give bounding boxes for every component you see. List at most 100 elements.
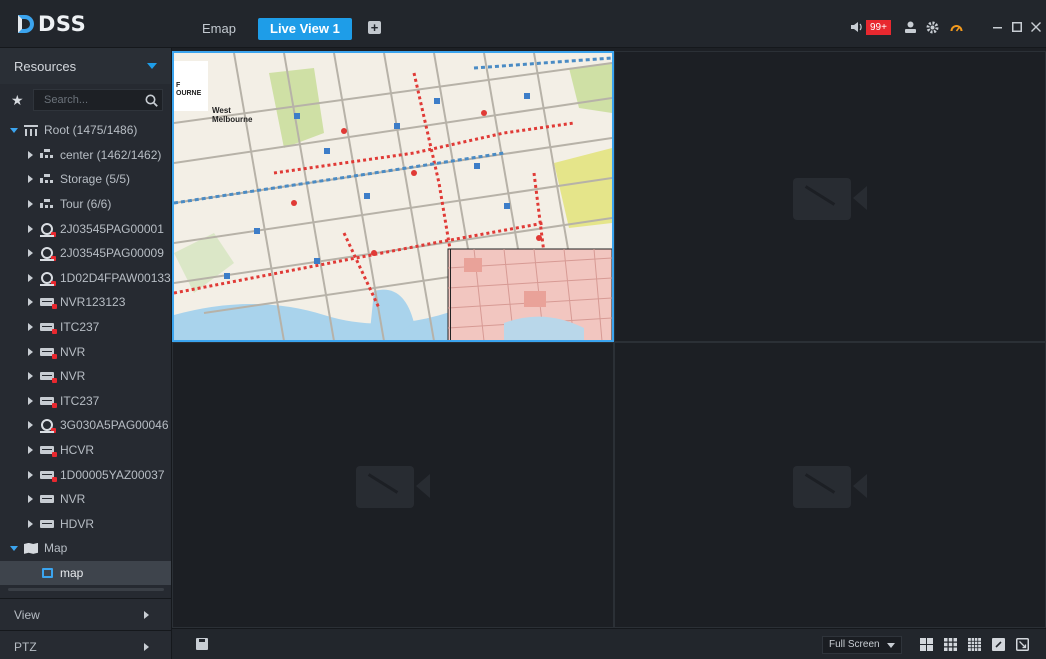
tree-node-label: center (1462/1462) — [60, 147, 162, 162]
resources-header[interactable]: Resources — [0, 48, 171, 84]
collapse-arrow-icon[interactable] — [27, 298, 33, 307]
tree-node-device[interactable]: HCVR — [0, 438, 171, 463]
fullscreen-select[interactable]: Full Screen — [822, 636, 902, 654]
layout-4x4-icon[interactable] — [968, 638, 981, 651]
nvr-alarm-icon — [38, 395, 57, 408]
tree-node-device[interactable]: NVR — [0, 364, 171, 389]
video-pane-3[interactable] — [172, 342, 614, 628]
tree-node-map[interactable]: Map — [0, 536, 171, 561]
map-icon — [22, 542, 40, 554]
tree-node-label: Root (1475/1486) — [44, 123, 138, 138]
map-area-label: West — [212, 106, 231, 115]
tab-emap[interactable]: Emap — [190, 18, 248, 40]
tree-node-device[interactable]: 3G030A5PAG00046 — [0, 413, 171, 438]
tree-node-device[interactable]: HDVR — [0, 512, 171, 537]
tree-node-label: NVR123123 — [60, 295, 126, 310]
collapse-arrow-icon[interactable] — [27, 372, 33, 381]
search-icon[interactable] — [145, 94, 158, 107]
view-section[interactable]: View — [0, 598, 171, 630]
add-tab-icon[interactable]: + — [368, 21, 381, 34]
map-edge-label: F — [176, 82, 181, 89]
resources-label: Resources — [14, 58, 77, 74]
custom-layout-icon[interactable] — [992, 638, 1005, 651]
no-video-camera-icon — [793, 174, 867, 220]
bottom-toolbar: Full Screen — [172, 628, 1046, 659]
favorites-star-icon[interactable]: ★ — [11, 92, 33, 109]
layout-2x2-icon[interactable] — [920, 638, 933, 651]
collapse-arrow-icon[interactable] — [27, 249, 33, 258]
tree-node-device[interactable]: ITC237 — [0, 315, 171, 340]
expand-arrow-icon[interactable] — [10, 545, 18, 551]
nvr-icon — [38, 493, 56, 505]
network-icon — [38, 149, 56, 161]
svg-text:Melbourne: Melbourne — [212, 115, 253, 124]
fullscreen-select-label: Full Screen — [829, 639, 880, 650]
collapse-arrow-icon[interactable] — [27, 200, 33, 209]
collapse-arrow-icon[interactable] — [27, 495, 33, 504]
tree-node-label: ITC237 — [60, 393, 100, 408]
network-icon — [38, 173, 56, 185]
settings-gear-icon[interactable] — [926, 17, 939, 37]
tree-node-label: NVR — [60, 344, 86, 359]
collapse-arrow-icon[interactable] — [27, 470, 33, 479]
minimize-icon[interactable] — [993, 17, 1003, 37]
tree-node-device[interactable]: NVR123123 — [0, 290, 171, 315]
collapse-arrow-icon[interactable] — [27, 224, 33, 233]
collapse-arrow-icon[interactable] — [27, 396, 33, 405]
collapse-arrow-icon[interactable] — [27, 421, 33, 430]
fullscreen-icon[interactable] — [1016, 638, 1029, 651]
tree-node-device[interactable]: ITC237 — [0, 389, 171, 414]
search-box — [33, 89, 163, 111]
camera-device-icon — [38, 222, 56, 237]
nvr-alarm-icon — [38, 469, 57, 482]
tree-node-label: 1D00005YAZ00037 — [60, 467, 165, 482]
tree-node-device[interactable]: 2J03545PAG00001 — [0, 216, 171, 241]
resource-sidebar: Resources ★ Root (1475/1486) center (146… — [0, 48, 172, 659]
nvr-alarm-icon — [38, 296, 57, 310]
user-icon[interactable] — [904, 17, 917, 37]
expand-arrow-icon[interactable] — [10, 127, 18, 133]
tree-node-device[interactable]: NVR — [0, 487, 171, 512]
tree-node-tour[interactable]: Tour (6/6) — [0, 192, 171, 217]
chevron-down-icon — [887, 643, 895, 648]
tree-node-label: NVR — [60, 492, 86, 507]
search-input[interactable] — [44, 94, 145, 106]
tree-node-label: HDVR — [60, 516, 95, 531]
video-pane-4[interactable] — [614, 342, 1046, 628]
close-icon[interactable] — [1031, 17, 1041, 37]
nvr-alarm-icon — [38, 321, 57, 335]
tab-live-view-1[interactable]: Live View 1 — [258, 18, 352, 40]
tree-node-label: map — [60, 565, 84, 580]
maximize-icon[interactable] — [1012, 17, 1022, 37]
tree-node-center[interactable]: center (1462/1462) — [0, 143, 171, 168]
collapse-arrow-icon[interactable] — [27, 446, 33, 455]
tree-node-label: 2J03545PAG00001 — [60, 221, 164, 236]
collapse-arrow-icon[interactable] — [27, 175, 33, 184]
performance-gauge-icon[interactable] — [950, 17, 963, 37]
collapse-arrow-icon[interactable] — [27, 323, 33, 332]
nvr-alarm-icon — [38, 444, 57, 458]
tree-node-label: 3G030A5PAG00046 — [60, 418, 169, 433]
tree-node-device[interactable]: NVR — [0, 339, 171, 364]
tree-node-label: Map — [44, 541, 68, 556]
save-view-icon[interactable] — [196, 638, 208, 650]
tree-node-label: ITC237 — [60, 320, 100, 335]
alarm-indicator[interactable]: 99+ — [850, 17, 891, 37]
tree-node-map-item[interactable]: map — [0, 560, 171, 586]
collapse-arrow-icon[interactable] — [27, 150, 33, 159]
tree-node-root[interactable]: Root (1475/1486) — [0, 118, 171, 143]
chevron-right-icon — [144, 610, 149, 619]
ptz-section[interactable]: PTZ — [0, 630, 171, 659]
collapse-arrow-icon[interactable] — [27, 273, 33, 282]
layout-3x3-icon[interactable] — [944, 638, 957, 651]
tree-node-device[interactable]: 2J03545PAG00009 — [0, 241, 171, 266]
tree-node-storage[interactable]: Storage (5/5) — [0, 167, 171, 192]
video-pane-1-map[interactable]: F OURNE West Melbourne — [172, 51, 614, 342]
tree-node-device[interactable]: 1D02D4FPAW00133 — [0, 266, 171, 291]
video-pane-2[interactable] — [614, 51, 1046, 342]
collapse-arrow-icon[interactable] — [27, 347, 33, 356]
tree-node-device[interactable]: 1D00005YAZ00037 — [0, 462, 171, 487]
collapse-arrow-icon[interactable] — [27, 519, 33, 528]
search-row: ★ — [0, 84, 171, 116]
tree-scrollbar[interactable] — [8, 588, 164, 591]
